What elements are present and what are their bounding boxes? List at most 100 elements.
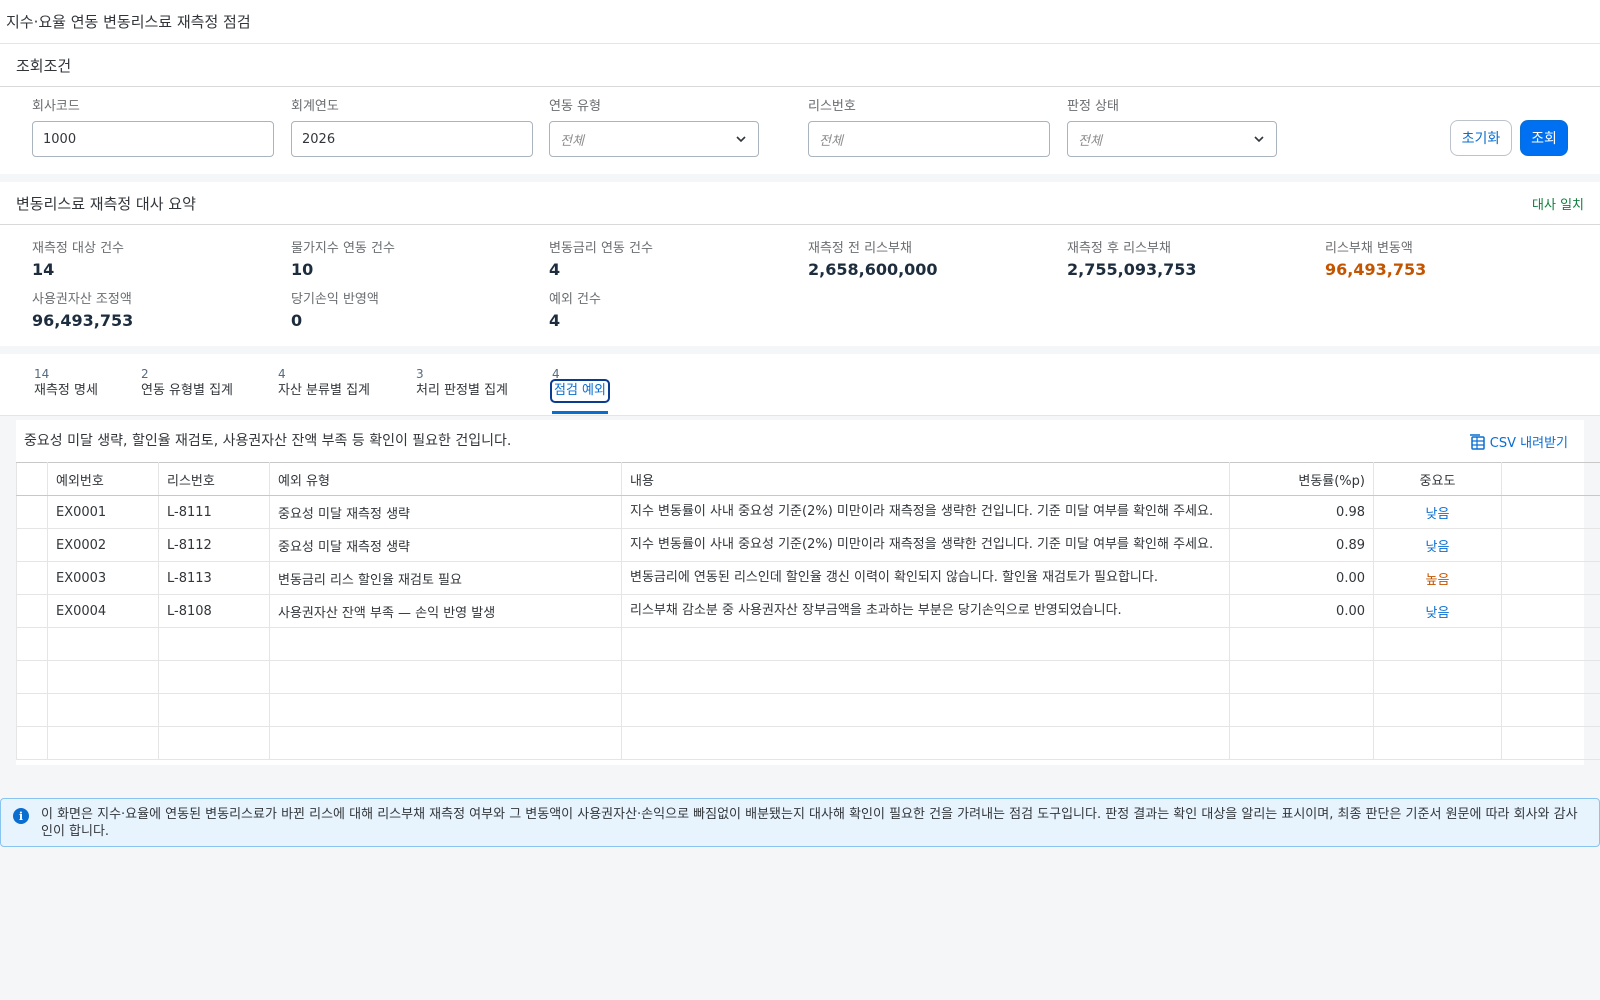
tab-count: 2 <box>141 367 149 381</box>
lease-no-input[interactable]: 전체 <box>808 121 1050 157</box>
tab-by-asset-class[interactable]: 4 자산 분류별 집계 <box>278 368 370 401</box>
content-text: 리스부채 감소분 중 사용권자산 장부금액을 초과하는 부분은 당기손익으로 반… <box>630 603 1122 618</box>
link-type-select[interactable]: 전체 <box>549 121 759 157</box>
table-header-row: 예외번호 리스번호 예외 유형 내용 변동률(%p) 중요도 <box>16 462 1600 496</box>
table-row[interactable]: EX0004 L-8108 사용권자산 잔액 부족 — 손익 반영 발생 리스부… <box>16 594 1600 628</box>
page-title: 지수·요율 연동 변동리스료 재측정 점검 <box>6 13 251 31</box>
kpi-label: 사용권자산 조정액 <box>32 292 132 307</box>
filter-panel: 조회조건 회사코드 1000 회계연도 2026 연동 유형 전체 리스번호 전… <box>0 44 1600 174</box>
tab-count: 4 <box>552 367 560 381</box>
status-label: 판정 상태 <box>1067 99 1119 114</box>
content-text: 지수 변동률이 사내 중요성 기준(2%) 미만이라 재측정을 생략한 건입니다… <box>630 504 1214 519</box>
kpi-cpi-count: 물가지수 연동 건수 10 <box>291 237 395 279</box>
cell-severity: 낮음 <box>1373 528 1502 562</box>
cell-severity: 높음 <box>1373 561 1502 595</box>
kpi-label: 리스부채 변동액 <box>1325 241 1413 256</box>
kpi-label: 변동금리 연동 건수 <box>549 241 653 256</box>
tab-count: 3 <box>416 367 424 381</box>
info-icon: i <box>13 808 29 824</box>
cell-rate: 0.00 <box>1229 594 1374 628</box>
tab-bar: 14 재측정 명세 2 연동 유형별 집계 4 자산 분류별 집계 3 처리 판… <box>0 354 1600 416</box>
cell-content: 변동금리에 연동된 리스인데 할인율 갱신 이력이 확인되지 않습니다. 할인율… <box>621 561 1230 595</box>
kpi-value: 0 <box>291 311 303 330</box>
cell-severity: 낮음 <box>1373 495 1502 529</box>
tab-remeasure-detail[interactable]: 14 재측정 명세 <box>34 368 98 401</box>
row-selector[interactable] <box>16 561 48 595</box>
kpi-value: 4 <box>549 260 561 279</box>
cell-lease-no: L-8112 <box>158 528 270 562</box>
kpi-label: 재측정 대상 건수 <box>32 241 124 256</box>
kpi-label: 재측정 후 리스부채 <box>1067 241 1171 256</box>
cell-lease-no: L-8111 <box>158 495 270 529</box>
empty-row <box>16 693 1600 727</box>
col-exception-id[interactable]: 예외번호 <box>47 462 159 496</box>
col-severity[interactable]: 중요도 <box>1373 462 1502 496</box>
cell-content: 지수 변동률이 사내 중요성 기준(2%) 미만이라 재측정을 생략한 건입니다… <box>621 495 1230 529</box>
chevron-down-icon <box>1254 136 1264 143</box>
col-exception-type[interactable]: 예외 유형 <box>269 462 622 496</box>
row-selector[interactable] <box>16 495 48 529</box>
kpi-value: 96,493,753 <box>1325 260 1427 279</box>
kpi-value: 10 <box>291 260 314 279</box>
exceptions-table: 예외번호 리스번호 예외 유형 내용 변동률(%p) 중요도 EX0001 L-… <box>16 462 1600 760</box>
col-lease-no[interactable]: 리스번호 <box>158 462 270 496</box>
reconciliation-status: 대사 일치 <box>1532 197 1584 213</box>
cell-exception-id: EX0004 <box>47 594 159 628</box>
cell-exception-id: EX0002 <box>47 528 159 562</box>
search-button[interactable]: 조회 <box>1520 120 1568 156</box>
empty-row <box>16 627 1600 661</box>
kpi-label: 재측정 전 리스부채 <box>808 241 912 256</box>
year-input[interactable]: 2026 <box>291 121 533 157</box>
app-header: 지수·요율 연동 변동리스료 재측정 점검 <box>0 0 1600 44</box>
content-text: 지수 변동률이 사내 중요성 기준(2%) 미만이라 재측정을 생략한 건입니다… <box>630 537 1214 552</box>
spreadsheet-icon <box>1469 433 1485 450</box>
content-text: 변동금리에 연동된 리스인데 할인율 갱신 이력이 확인되지 않습니다. 할인율… <box>630 570 1158 585</box>
kpi-exception-count: 예외 건수 4 <box>549 288 601 330</box>
kpi-label: 예외 건수 <box>549 292 601 307</box>
summary-panel: 변동리스료 재측정 대사 요약 대사 일치 재측정 대상 건수 14 물가지수 … <box>0 182 1600 346</box>
cell-rate: 0.98 <box>1229 495 1374 529</box>
cell-rate: 0.00 <box>1229 561 1374 595</box>
kpi-label: 당기손익 반영액 <box>291 292 379 307</box>
table-row[interactable]: EX0001 L-8111 중요성 미달 재측정 생략 지수 변동률이 사내 중… <box>16 495 1600 529</box>
row-selector[interactable] <box>16 528 48 562</box>
kpi-pnl-amount: 당기손익 반영액 0 <box>291 288 379 330</box>
kpi-target-count: 재측정 대상 건수 14 <box>32 237 124 279</box>
tab-exceptions[interactable]: 4 점검 예외 <box>550 367 610 414</box>
reset-button[interactable]: 초기화 <box>1450 120 1512 156</box>
cell-exception-id: EX0003 <box>47 561 159 595</box>
status-select[interactable]: 전체 <box>1067 121 1277 157</box>
row-selector[interactable] <box>16 594 48 628</box>
tab-label: 처리 판정별 집계 <box>416 383 508 398</box>
tab-by-link-type[interactable]: 2 연동 유형별 집계 <box>141 368 233 401</box>
year-label: 회계연도 <box>291 99 339 114</box>
kpi-label: 물가지수 연동 건수 <box>291 241 395 256</box>
status-value: 전체 <box>1078 133 1102 149</box>
lease-no-label: 리스번호 <box>808 99 856 114</box>
cell-lease-no: L-8108 <box>158 594 270 628</box>
col-rate[interactable]: 변동률(%p) <box>1229 462 1374 496</box>
tab-count: 14 <box>34 367 50 381</box>
kpi-liability-change: 리스부채 변동액 96,493,753 <box>1325 237 1426 279</box>
table-row[interactable]: EX0003 L-8113 변동금리 리스 할인율 재검토 필요 변동금리에 연… <box>16 561 1600 595</box>
col-content[interactable]: 내용 <box>621 462 1230 496</box>
filter-bar: 회사코드 1000 회계연도 2026 연동 유형 전체 리스번호 전체 판정 … <box>0 87 1600 174</box>
cell-rate: 0.89 <box>1229 528 1374 562</box>
kpi-liability-after: 재측정 후 리스부채 2,755,093,753 <box>1067 237 1197 279</box>
csv-label: CSV 내려받기 <box>1489 436 1568 451</box>
empty-row <box>16 660 1600 694</box>
company-input[interactable]: 1000 <box>32 121 274 157</box>
tab-label: 자산 분류별 집계 <box>278 383 370 398</box>
kpi-value: 2,755,093,753 <box>1067 260 1197 279</box>
exceptions-panel: 중요성 미달 생략, 할인율 재검토, 사용권자산 잔액 부족 등 확인이 필요… <box>16 420 1600 765</box>
cell-exception-type: 변동금리 리스 할인율 재검토 필요 <box>269 561 622 595</box>
csv-download-button[interactable]: CSV 내려받기 <box>1468 432 1568 451</box>
tab-by-decision[interactable]: 3 처리 판정별 집계 <box>416 368 508 401</box>
cell-exception-type: 중요성 미달 재측정 생략 <box>269 495 622 529</box>
cell-content: 지수 변동률이 사내 중요성 기준(2%) 미만이라 재측정을 생략한 건입니다… <box>621 528 1230 562</box>
exceptions-note: 중요성 미달 생략, 할인율 재검토, 사용권자산 잔액 부족 등 확인이 필요… <box>24 433 512 449</box>
kpi-value: 2,658,600,000 <box>808 260 938 279</box>
company-label: 회사코드 <box>32 99 80 114</box>
table-row[interactable]: EX0002 L-8112 중요성 미달 재측정 생략 지수 변동률이 사내 중… <box>16 528 1600 562</box>
row-selector-header <box>16 462 48 496</box>
